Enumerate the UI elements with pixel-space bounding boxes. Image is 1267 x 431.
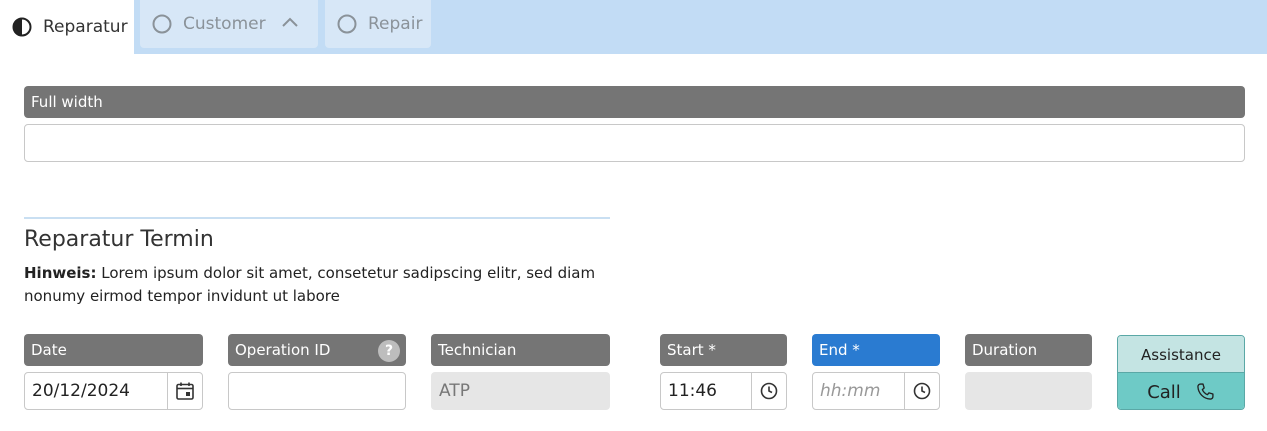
operation-id-label: Operation ID ? xyxy=(228,334,406,366)
technician-label: Technician xyxy=(431,334,610,366)
full-width-label: Full width xyxy=(24,86,1245,118)
start-clock-button[interactable] xyxy=(751,373,786,409)
tab-reparatur-label: Reparatur xyxy=(43,17,128,37)
hint-label: Hinweis: xyxy=(24,264,97,282)
hint-text: Hinweis: Lorem ipsum dolor sit amet, con… xyxy=(24,262,624,308)
calendar-button[interactable] xyxy=(167,373,202,409)
section-title: Reparatur Termin xyxy=(24,227,214,252)
hint-body: Lorem ipsum dolor sit amet, consetetur s… xyxy=(24,264,596,305)
technician-value: ATP xyxy=(439,381,470,401)
start-time-input[interactable]: 11:46 xyxy=(660,372,787,410)
clock-icon xyxy=(913,382,931,400)
tab-repair-label: Repair xyxy=(368,14,423,34)
chevron-up-icon[interactable] xyxy=(280,13,300,33)
end-time-input[interactable]: hh:mm xyxy=(812,372,940,410)
empty-circle-icon xyxy=(152,14,172,34)
tab-bar: Reparatur Customer Repair xyxy=(0,0,1267,54)
end-clock-button[interactable] xyxy=(904,373,939,409)
operation-id-input[interactable] xyxy=(228,372,406,410)
tab-customer-label: Customer xyxy=(183,14,266,34)
help-icon[interactable]: ? xyxy=(378,340,400,362)
duration-label: Duration xyxy=(965,334,1092,366)
half-circle-icon xyxy=(12,17,32,37)
start-time-value: 11:46 xyxy=(668,381,717,401)
end-label: End * xyxy=(812,334,940,366)
date-value: 20/12/2024 xyxy=(32,381,130,401)
tab-repair[interactable]: Repair xyxy=(325,0,431,48)
end-time-placeholder: hh:mm xyxy=(820,381,881,401)
start-label: Start * xyxy=(660,334,787,366)
technician-input: ATP xyxy=(431,372,610,410)
duration-input xyxy=(965,372,1092,410)
phone-icon xyxy=(1197,383,1214,400)
tab-customer[interactable]: Customer xyxy=(140,0,318,48)
full-width-input[interactable] xyxy=(24,124,1245,162)
date-input[interactable]: 20/12/2024 xyxy=(24,372,203,410)
call-button[interactable]: Call xyxy=(1118,373,1244,409)
clock-icon xyxy=(760,382,778,400)
tab-reparatur[interactable]: Reparatur xyxy=(0,0,134,54)
call-button-label: Call xyxy=(1147,381,1181,403)
calendar-icon xyxy=(176,382,194,400)
date-label: Date xyxy=(24,334,203,366)
assistance-panel: Assistance Call xyxy=(1117,335,1245,410)
operation-id-label-text: Operation ID xyxy=(235,341,331,359)
assistance-label: Assistance xyxy=(1118,336,1244,373)
section-divider xyxy=(24,217,610,219)
empty-circle-icon xyxy=(337,14,357,34)
